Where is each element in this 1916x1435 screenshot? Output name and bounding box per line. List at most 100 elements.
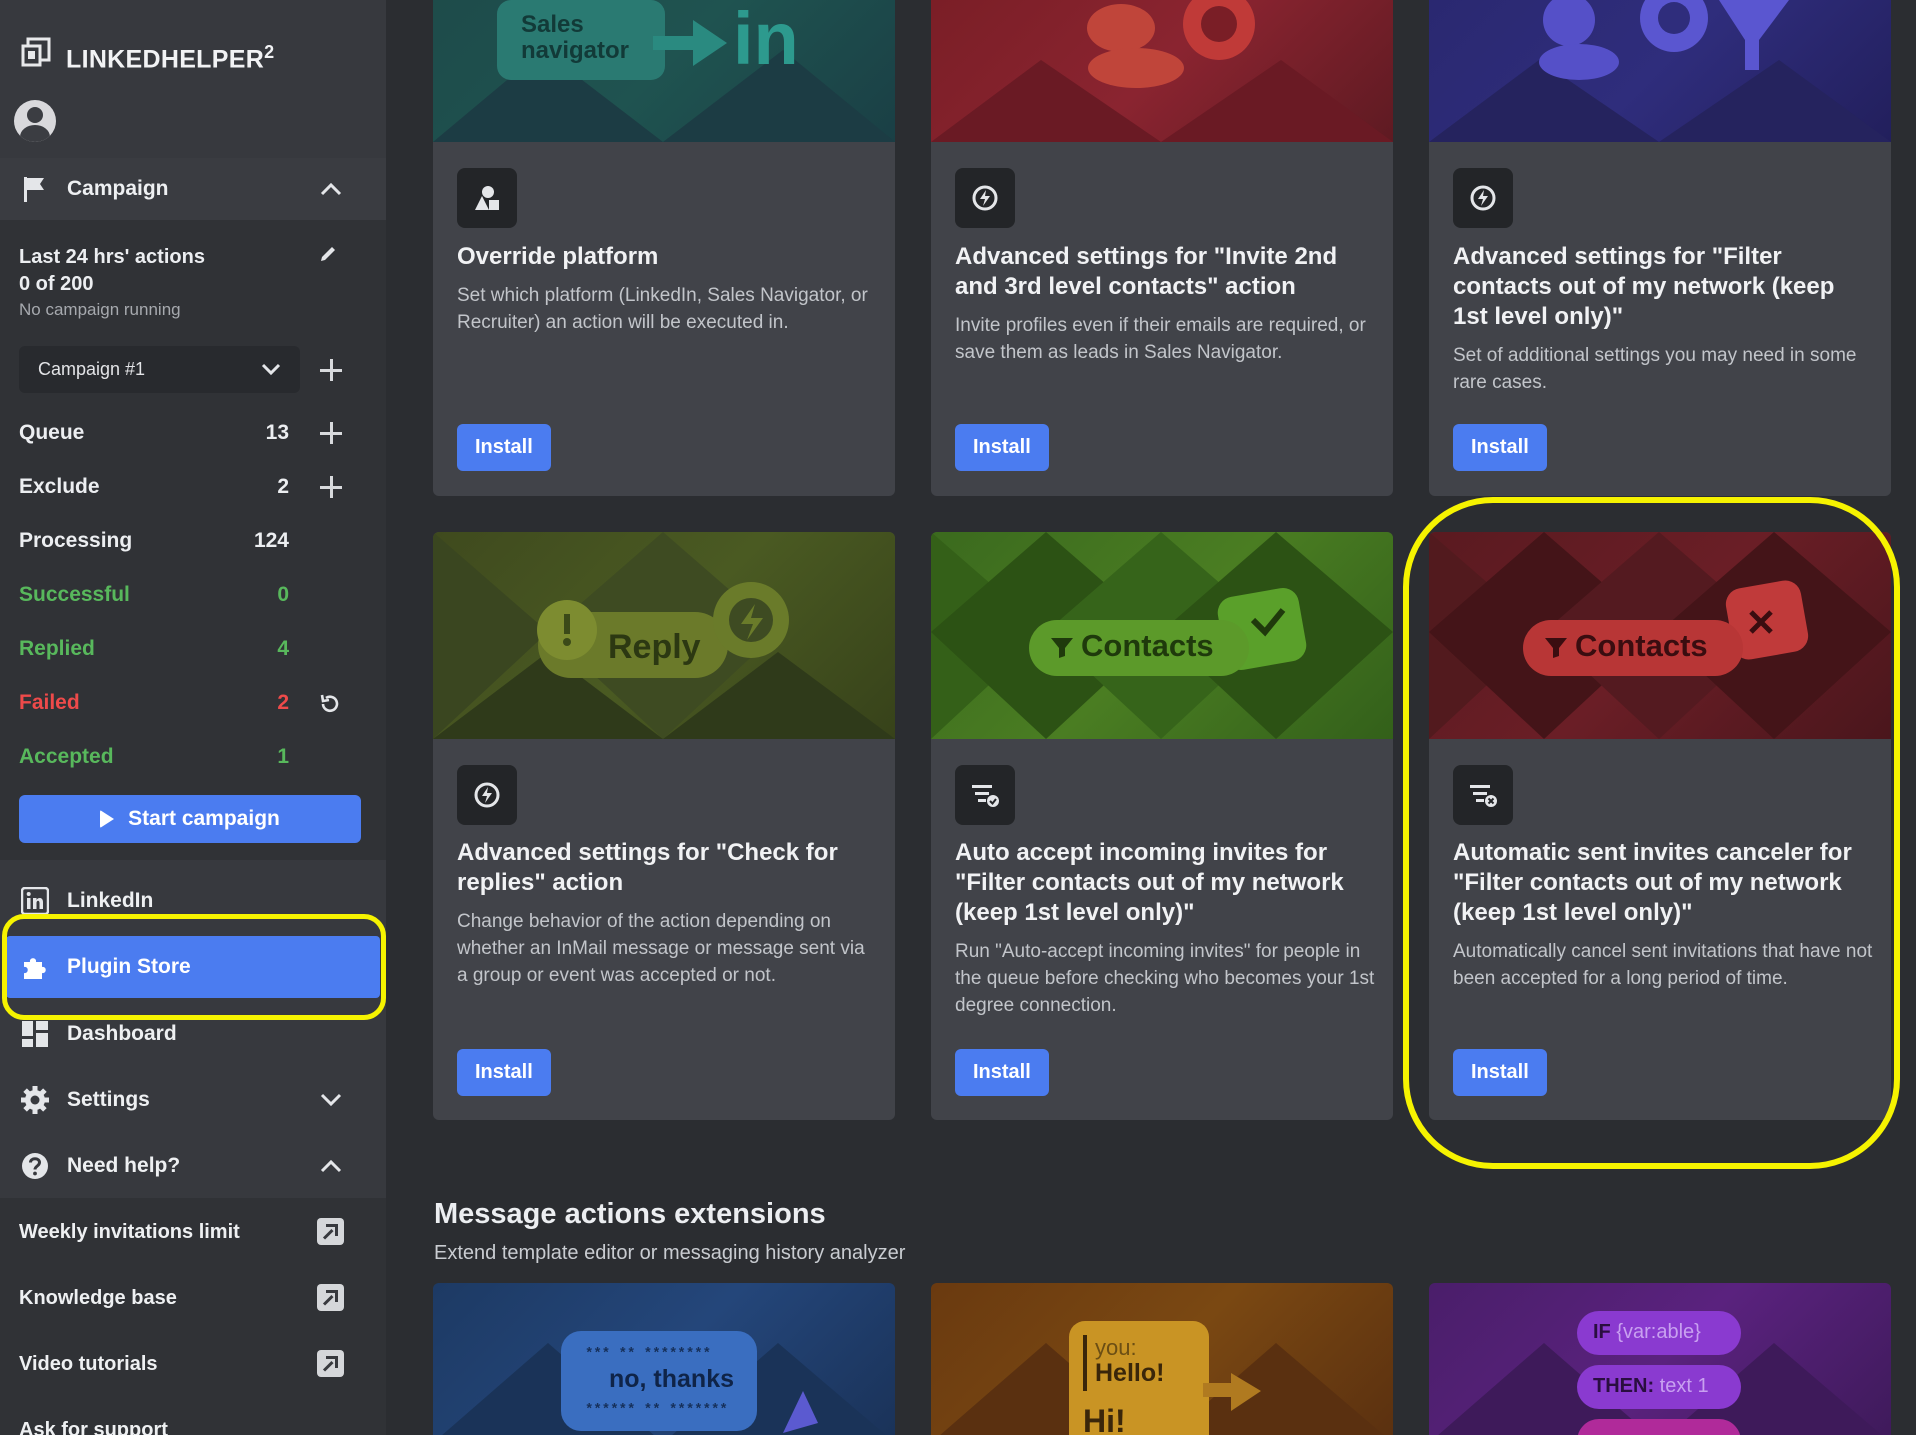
avatar[interactable] bbox=[14, 100, 56, 142]
external-link-icon[interactable] bbox=[317, 1284, 344, 1311]
chevron-down-icon bbox=[260, 358, 282, 385]
install-button[interactable]: Install bbox=[1453, 424, 1547, 471]
settings-bolt-icon bbox=[457, 765, 517, 825]
card-title: Advanced settings for "Invite 2nd and 3r… bbox=[955, 243, 1338, 300]
stats-count: 0 of 200 bbox=[19, 273, 94, 295]
start-campaign-label: Start campaign bbox=[128, 807, 280, 830]
logo-icon bbox=[21, 37, 51, 67]
banner-sales-navigator: Sales navigator in bbox=[433, 0, 895, 142]
card-title: Auto accept incoming invites for "Filter… bbox=[955, 839, 1344, 926]
campaign-select[interactable]: Campaign #1 bbox=[19, 346, 300, 393]
card-title: Advanced settings for "Filter contacts o… bbox=[1453, 243, 1835, 330]
help-link-label: Weekly invitations limit bbox=[19, 1220, 240, 1243]
chevron-up-icon bbox=[320, 1159, 342, 1173]
flag-icon bbox=[20, 174, 50, 204]
app-logo: LINKEDHELPER2 bbox=[20, 36, 274, 74]
then-text: THEN: text 1 bbox=[1593, 1375, 1709, 1397]
campaign-status-text: No campaign running bbox=[19, 300, 181, 319]
retry-icon[interactable] bbox=[318, 692, 342, 721]
plugin-card-auto-accept: Contacts Auto accept incoming invites fo… bbox=[931, 532, 1393, 1120]
help-link-label: Knowledge base bbox=[19, 1286, 177, 1309]
section-subtitle: Extend template editor or messaging hist… bbox=[434, 1242, 906, 1264]
plugin-card-check-replies: Reply Advanced settings for "Check for r… bbox=[433, 532, 895, 1120]
stat-queue[interactable]: Queue 13 bbox=[19, 421, 289, 445]
stat-accepted[interactable]: Accepted 1 bbox=[19, 745, 289, 769]
campaign-section-label: Campaign bbox=[67, 177, 169, 200]
plugin-card-filter-settings: Advanced settings for "Filter contacts o… bbox=[1429, 0, 1891, 496]
plugin-card-message-3: IF {var:able} THEN: text 1 bbox=[1429, 1283, 1891, 1435]
stat-replied[interactable]: Replied 4 bbox=[19, 637, 289, 661]
linkedin-icon bbox=[20, 886, 50, 916]
banner-contacts-accept: Contacts bbox=[931, 532, 1393, 739]
help-link-label: Ask for support bbox=[19, 1418, 168, 1435]
nav-dashboard[interactable]: Dashboard bbox=[0, 1013, 386, 1055]
chevron-down-icon bbox=[320, 1093, 342, 1107]
card-description: Set which platform (LinkedIn, Sales Navi… bbox=[457, 285, 868, 333]
platform-icon bbox=[457, 168, 517, 228]
card-description: Change behavior of the action depending … bbox=[457, 911, 865, 986]
sidebar: LINKEDHELPER2 Campaign Last 24 hrs' acti… bbox=[0, 0, 386, 1435]
stat-successful[interactable]: Successful 0 bbox=[19, 583, 289, 607]
settings-bolt-icon bbox=[1453, 168, 1513, 228]
chevron-up-icon bbox=[320, 182, 342, 196]
external-link-icon[interactable] bbox=[317, 1218, 344, 1245]
hi-text: Hi! bbox=[1083, 1403, 1126, 1435]
install-button[interactable]: Install bbox=[955, 424, 1049, 471]
nav-need-help-label: Need help? bbox=[67, 1154, 181, 1177]
if-variable-text: IF {var:able} bbox=[1593, 1321, 1701, 1343]
you-text: you: bbox=[1095, 1335, 1137, 1360]
nav-dashboard-label: Dashboard bbox=[67, 1022, 177, 1045]
stats-title: Last 24 hrs' actions bbox=[19, 246, 205, 268]
stats-header: Last 24 hrs' actions 0 of 200 bbox=[19, 244, 205, 298]
nav-need-help[interactable]: Need help? bbox=[0, 1145, 386, 1187]
add-campaign-button[interactable] bbox=[319, 358, 343, 382]
card-title: Advanced settings for "Check for replies… bbox=[457, 839, 838, 896]
stat-exclude[interactable]: Exclude 2 bbox=[19, 475, 289, 499]
help-link-ask-support[interactable]: Ask for support bbox=[0, 1411, 386, 1435]
external-link-icon[interactable] bbox=[317, 1350, 344, 1377]
app-name: LINKEDHELPER2 bbox=[66, 42, 275, 74]
settings-bolt-icon bbox=[955, 168, 1015, 228]
edit-icon[interactable] bbox=[318, 244, 338, 269]
card-description: Set of additional settings you may need … bbox=[1453, 345, 1857, 393]
campaign-section-toggle[interactable]: Campaign bbox=[0, 168, 386, 210]
sales-navigator-chip: Sales navigator bbox=[497, 0, 665, 80]
card-description: Run "Auto-accept incoming invites" for p… bbox=[955, 941, 1375, 1016]
plugin-card-override-platform: Sales navigator in Override platform Set … bbox=[433, 0, 895, 496]
stat-failed[interactable]: Failed 2 bbox=[19, 691, 289, 715]
highlight-annotation-sidebar bbox=[2, 914, 386, 1020]
highlight-annotation-card bbox=[1403, 497, 1900, 1169]
plugin-card-message-1: *** ** ******** ****** ** ******* no, tha… bbox=[433, 1283, 895, 1435]
no-thanks-text: no, thanks bbox=[609, 1365, 735, 1393]
add-to-exclude-button[interactable] bbox=[319, 475, 343, 499]
play-icon bbox=[100, 810, 115, 828]
stat-processing[interactable]: Processing 124 bbox=[19, 529, 289, 553]
contacts-chip-text: Contacts bbox=[1081, 628, 1214, 663]
banner-filter bbox=[1429, 0, 1891, 142]
nav-settings-label: Settings bbox=[67, 1088, 150, 1111]
dashboard-icon bbox=[20, 1019, 50, 1049]
start-campaign-button[interactable]: Start campaign bbox=[19, 795, 361, 843]
help-icon bbox=[20, 1151, 50, 1181]
filter-check-icon bbox=[955, 765, 1015, 825]
nav-settings[interactable]: Settings bbox=[0, 1079, 386, 1121]
plugin-card-invite-settings: Advanced settings for "Invite 2nd and 3r… bbox=[931, 0, 1393, 496]
install-button[interactable]: Install bbox=[457, 424, 551, 471]
nav-linkedin-label: LinkedIn bbox=[67, 889, 154, 912]
gear-icon bbox=[20, 1085, 50, 1115]
card-title: Override platform bbox=[457, 243, 659, 270]
banner-invite bbox=[931, 0, 1393, 142]
hello-text: Hello! bbox=[1095, 1359, 1165, 1387]
plugin-card-message-2: you: Hello! Hi! bbox=[931, 1283, 1393, 1435]
campaign-select-value: Campaign #1 bbox=[38, 359, 146, 379]
banner-reply: Reply bbox=[433, 532, 895, 739]
plugin-store-main: Sales navigator in Override platform Set … bbox=[386, 0, 1916, 1435]
linkedin-in-text: in bbox=[733, 0, 799, 80]
card-description: Invite profiles even if their emails are… bbox=[955, 315, 1366, 363]
add-to-queue-button[interactable] bbox=[319, 421, 343, 445]
reply-chip-text: Reply bbox=[608, 628, 701, 666]
install-button[interactable]: Install bbox=[457, 1049, 551, 1096]
section-title: Message actions extensions bbox=[434, 1198, 826, 1230]
install-button[interactable]: Install bbox=[955, 1049, 1049, 1096]
svg-text:*** ** ********: *** ** ******** bbox=[585, 1346, 711, 1362]
